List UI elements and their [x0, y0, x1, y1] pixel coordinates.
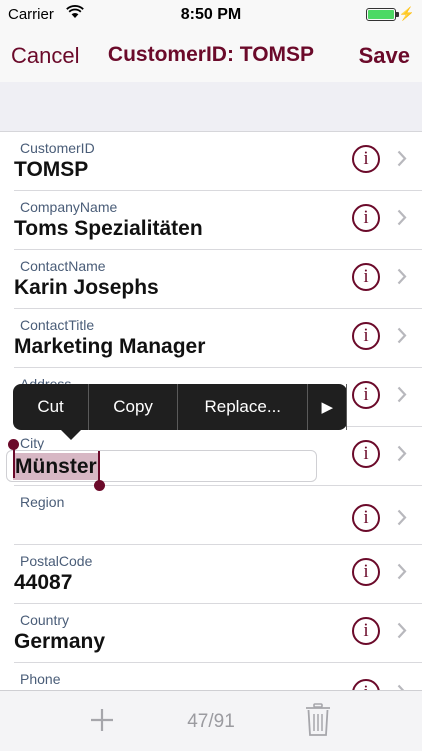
- info-icon[interactable]: i: [352, 322, 380, 350]
- navigation-bar: Cancel CustomerID: TOMSP Save: [0, 30, 422, 82]
- selection-start-caret: [13, 448, 15, 478]
- chevron-right-icon[interactable]: [397, 209, 407, 226]
- copy-button[interactable]: Copy: [89, 384, 179, 430]
- section-header: [0, 82, 422, 132]
- field-row-region[interactable]: Region i: [0, 486, 422, 545]
- field-row-contactname[interactable]: ContactName Karin Josephs i: [0, 250, 422, 309]
- field-value[interactable]: Germany: [14, 630, 105, 654]
- chevron-right-icon[interactable]: [397, 386, 407, 403]
- field-row-customerid[interactable]: CustomerID TOMSP i: [0, 132, 422, 191]
- chevron-right-icon[interactable]: [397, 509, 407, 526]
- field-label: CustomerID: [20, 140, 95, 156]
- field-row-country[interactable]: Country Germany i: [0, 604, 422, 663]
- field-row-postalcode[interactable]: PostalCode 44087 i: [0, 545, 422, 604]
- field-label: Region: [20, 494, 65, 510]
- field-label: Phone: [20, 671, 61, 687]
- field-label: ContactTitle: [20, 317, 95, 333]
- cancel-button[interactable]: Cancel: [11, 43, 79, 69]
- city-text-field[interactable]: Münster: [6, 450, 317, 482]
- battery-icon: [366, 8, 396, 21]
- field-value[interactable]: 44087: [14, 571, 72, 595]
- info-icon[interactable]: i: [352, 679, 380, 690]
- save-button[interactable]: Save: [359, 43, 410, 69]
- menu-pointer: [61, 430, 81, 440]
- chevron-right-icon[interactable]: [397, 622, 407, 639]
- chevron-right-icon[interactable]: [397, 563, 407, 580]
- info-icon[interactable]: i: [352, 204, 380, 232]
- info-icon[interactable]: i: [352, 440, 380, 468]
- cut-button[interactable]: Cut: [13, 384, 90, 430]
- chevron-right-icon[interactable]: [397, 327, 407, 344]
- edit-menu: Cut Copy Replace... ▶: [13, 384, 348, 440]
- info-icon[interactable]: i: [352, 381, 380, 409]
- clock: 8:50 PM: [180, 6, 242, 23]
- more-arrow-icon[interactable]: ▶: [308, 384, 348, 430]
- field-row-phone[interactable]: Phone i: [0, 663, 422, 690]
- selection-end-handle[interactable]: [94, 480, 105, 491]
- info-icon[interactable]: i: [352, 145, 380, 173]
- field-label: Country: [20, 612, 70, 628]
- trash-icon[interactable]: [305, 703, 331, 737]
- field-value[interactable]: Toms Spezialitäten: [14, 217, 203, 241]
- field-label: CompanyName: [20, 199, 118, 215]
- info-icon[interactable]: i: [352, 263, 380, 291]
- field-value[interactable]: Karin Josephs: [14, 276, 159, 300]
- field-label: ContactName: [20, 258, 106, 274]
- status-bar: Carrier 8:50 PM ⚡: [0, 0, 422, 30]
- field-label: City: [20, 435, 45, 451]
- chevron-right-icon[interactable]: [397, 445, 407, 462]
- info-icon[interactable]: i: [352, 504, 380, 532]
- info-icon[interactable]: i: [352, 617, 380, 645]
- selection-end-caret: [98, 451, 100, 481]
- field-value[interactable]: TOMSP: [14, 158, 88, 182]
- info-icon[interactable]: i: [352, 558, 380, 586]
- chevron-right-icon[interactable]: [397, 150, 407, 167]
- field-value[interactable]: Marketing Manager: [14, 335, 205, 359]
- field-row-contacttitle[interactable]: ContactTitle Marketing Manager i: [0, 309, 422, 368]
- selected-text[interactable]: Münster: [13, 453, 99, 480]
- bottom-toolbar: 47/91: [0, 690, 422, 751]
- record-counter: 47/91: [187, 711, 235, 732]
- charging-icon: ⚡: [398, 6, 415, 21]
- field-label: PostalCode: [20, 553, 93, 569]
- replace-button[interactable]: Replace...: [178, 384, 309, 430]
- field-row-companyname[interactable]: CompanyName Toms Spezialitäten i: [0, 191, 422, 250]
- chevron-right-icon[interactable]: [397, 268, 407, 285]
